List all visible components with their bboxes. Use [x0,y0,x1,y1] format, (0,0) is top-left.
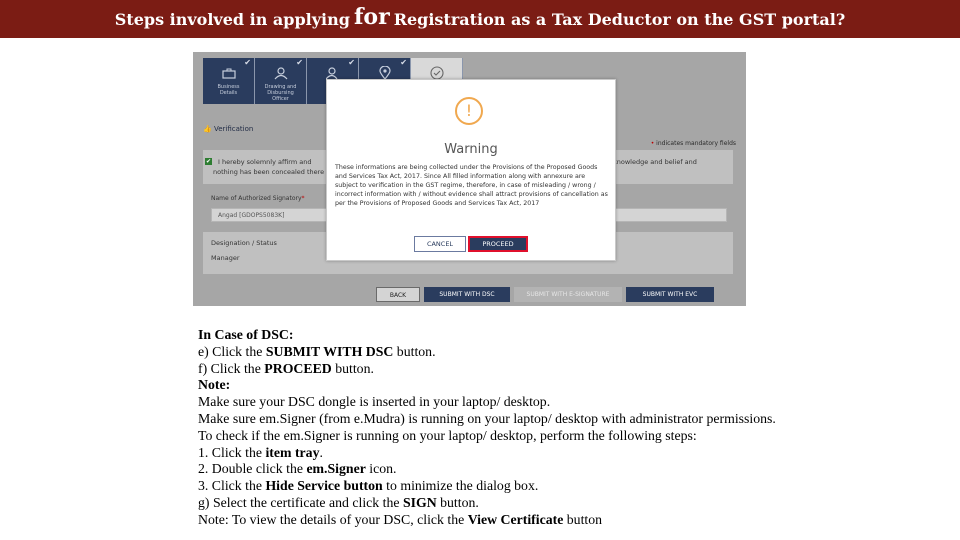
submit-with-dsc-button[interactable]: SUBMIT WITH DSC [424,287,510,302]
title-part-3: Registration as a Tax Deductor on the GS… [393,9,846,29]
text-span: e) Click the [198,343,266,359]
text-span: 1. Click the [198,444,266,460]
warning-message: These informations are being collected u… [335,164,608,207]
designation-value: Manager [211,254,240,262]
bold-span: PROCEED [264,360,332,376]
bold-span: SUBMIT WITH DSC [265,343,394,359]
text-span: Note: To view the details of your DSC, c… [198,511,468,527]
bold-span: View Certificate [467,511,564,527]
warning-title: Warning [444,142,498,157]
user-icon [272,66,290,80]
instruction-line: e) Click the SUBMIT WITH DSC button. [198,344,948,361]
submit-with-esignature-button[interactable]: SUBMIT WITH E-SIGNATURE [514,287,622,302]
instruction-line: Note: To view the details of your DSC, c… [198,512,948,529]
mandatory-text: indicates mandatory fields [656,140,736,147]
warning-dialog: ! Warning These informations are being c… [326,79,616,261]
place-input[interactable] [605,208,727,222]
text-span: 2. Double click the [198,461,307,477]
asterisk-icon: • [650,140,655,147]
bold-span: SIGN [402,494,437,510]
affirmation-checkbox[interactable]: ✔ [205,158,212,165]
verification-heading: 👍 Verification [203,125,253,133]
text-span: button [563,511,603,527]
user-check-icon [324,66,342,80]
checkmark-icon: ✔ [348,58,355,67]
text-span: button. [331,360,374,376]
authorized-signatory-select[interactable]: Angad [GDOPS5083K] [211,208,336,222]
submit-actions: BACK SUBMIT WITH DSC SUBMIT WITH E-SIGNA… [376,287,714,302]
back-button[interactable]: BACK [376,287,420,302]
proceed-button[interactable]: PROCEED [468,236,528,252]
affirmation-text-right: knowledge and belief and [613,158,697,166]
authorized-signatory-label: Name of Authorized Signatory* [211,195,305,202]
submit-with-evc-button[interactable]: SUBMIT WITH EVC [626,287,714,302]
text-span: f) Click the [198,360,265,376]
instruction-line: 1. Click the item tray. [198,445,948,462]
checkmark-icon: ✔ [296,58,303,67]
instruction-line: g) Select the certificate and click the … [198,495,948,512]
instruction-line: 2. Double click the em.Signer icon. [198,461,948,478]
step-business-details[interactable]: ✔ Business Details [203,58,255,104]
text-span: button. [436,494,479,510]
cancel-button[interactable]: CANCEL [414,236,466,252]
dsc-heading: In Case of DSC: [198,327,294,342]
text-span: to minimize the dialog box. [382,478,539,494]
step-label: Details [219,90,238,96]
instruction-line: Make sure your DSC dongle is inserted in… [198,394,551,410]
bold-span: em.Signer [306,461,366,477]
affirmation-text-2: nothing has been concealed there [213,168,325,176]
title-part-1: Steps involved in applying [114,9,350,29]
step-label: Officer [272,96,289,102]
briefcase-icon [220,66,238,80]
slide-title-banner: Steps involved in applying for Registrat… [0,0,960,38]
affirmation-text-1: I hereby solemnly affirm and [218,158,312,166]
step-ddo[interactable]: ✔ Drawing and Disbursing Officer [255,58,307,104]
text-span: . [319,444,323,460]
instructions-text: In Case of DSC: e) Click the SUBMIT WITH… [198,327,948,529]
gst-portal-screenshot: ✔ Business Details ✔ Drawing and Disburs… [193,52,746,306]
mandatory-note: • indicates mandatory fields [651,140,736,147]
text-span: icon. [365,461,397,477]
thumbs-up-icon: 👍 [203,125,212,133]
verification-label: Verification [213,125,254,133]
bold-span: item tray [265,444,320,460]
location-icon [376,66,394,80]
text-span: g) Select the certificate and click the [198,494,403,510]
signatory-label-text: Name of Authorized Signatory [211,195,302,202]
text-span: 3. Click the [198,478,266,494]
warning-icon: ! [455,97,483,125]
instruction-line: Make sure em.Signer (from e.Mudra) is ru… [198,410,776,426]
check-circle-icon [428,66,446,80]
instruction-line: 3. Click the Hide Service button to mini… [198,478,948,495]
bold-span: Hide Service button [265,478,383,494]
instruction-line: f) Click the PROCEED button. [198,361,948,378]
instruction-line: To check if the em.Signer is running on … [198,427,697,443]
text-span: button. [393,343,436,359]
required-asterisk: * [301,195,305,202]
checkmark-icon: ✔ [400,58,407,67]
title-part-2: for [353,4,390,30]
checkmark-icon: ✔ [244,58,251,67]
designation-label: Designation / Status [211,239,277,247]
note-heading: Note: [198,377,231,393]
